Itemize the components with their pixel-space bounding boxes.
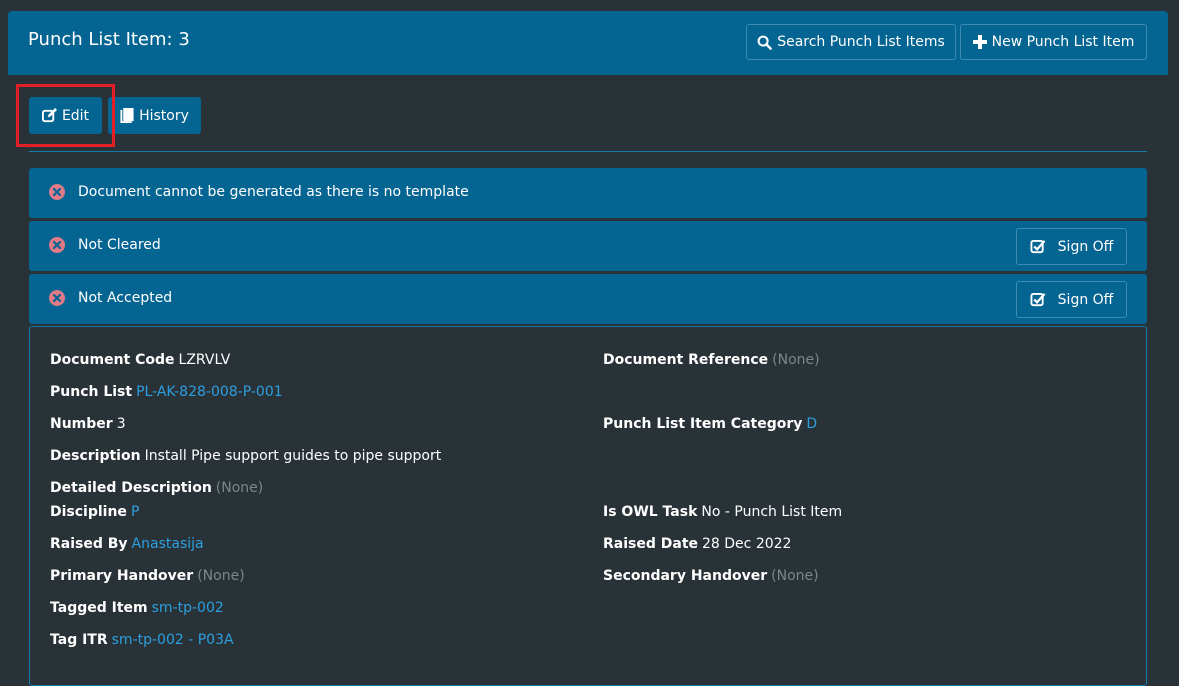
field-document-reference: Document Reference (None): [603, 352, 820, 368]
toolbar-divider: [29, 151, 1147, 152]
status-not-cleared: Not Cleared Sign Off: [29, 221, 1147, 271]
field-number: Number 3: [50, 416, 126, 432]
history-button-label: History: [139, 107, 189, 124]
field-category: Punch List Item Category D: [603, 416, 818, 432]
new-button-label: New Punch List Item: [991, 34, 1135, 50]
field-tag-itr: Tag ITR sm-tp-002 - P03A: [50, 632, 234, 648]
field-discipline: Discipline P: [50, 504, 140, 520]
field-description: Description Install Pipe support guides t…: [50, 448, 442, 464]
field-raised-date: Raised Date 28 Dec 2022: [603, 536, 792, 552]
status-text: Document cannot be generated as there is…: [78, 184, 469, 200]
status-text: Not Cleared: [78, 237, 161, 253]
status-no-template: Document cannot be generated as there is…: [29, 168, 1147, 218]
field-tagged-item: Tagged Item sm-tp-002: [50, 600, 224, 616]
edit-button[interactable]: Edit: [29, 97, 102, 134]
sign-off-label: Sign Off: [1057, 238, 1114, 255]
error-circle-icon: [49, 237, 65, 253]
sign-off-accepted-button[interactable]: Sign Off: [1016, 281, 1127, 318]
field-detailed-description: Detailed Description (None): [50, 480, 264, 496]
field-raised-by: Raised By Anastasija: [50, 536, 204, 552]
punch-list-link[interactable]: PL-AK-828-008-P-001: [136, 384, 283, 400]
raised-by-link[interactable]: Anastasija: [132, 536, 204, 552]
tagged-item-link[interactable]: sm-tp-002: [152, 600, 224, 616]
check-square-icon: [1030, 239, 1046, 254]
plus-icon: [972, 35, 987, 49]
field-primary-handover: Primary Handover (None): [50, 568, 245, 584]
new-punch-list-item-button[interactable]: New Punch List Item: [960, 24, 1147, 60]
search-icon: [757, 35, 772, 50]
page-title: Punch List Item: 3: [28, 29, 190, 50]
history-button[interactable]: History: [108, 97, 201, 134]
status-not-accepted: Not Accepted Sign Off: [29, 274, 1147, 324]
field-punch-list: Punch List PL-AK-828-008-P-001: [50, 384, 283, 400]
sign-off-cleared-button[interactable]: Sign Off: [1016, 228, 1127, 265]
details-panel: Document Code LZRVLV Document Reference (N…: [29, 326, 1147, 686]
field-document-code: Document Code LZRVLV: [50, 352, 231, 368]
sign-off-label: Sign Off: [1057, 291, 1114, 308]
tag-itr-link[interactable]: sm-tp-002 - P03A: [112, 632, 234, 648]
field-secondary-handover: Secondary Handover (None): [603, 568, 819, 584]
field-is-owl-task: Is OWL Task No - Punch List Item: [603, 504, 843, 520]
status-text: Not Accepted: [78, 290, 173, 306]
category-link[interactable]: D: [806, 416, 817, 432]
check-square-icon: [1030, 292, 1046, 307]
error-circle-icon: [49, 290, 65, 306]
book-icon: [120, 108, 134, 123]
page-header: Punch List Item: 3 Search Punch List Ite…: [8, 11, 1168, 75]
edit-icon: [41, 108, 57, 123]
page-panel: Punch List Item: 3 Search Punch List Ite…: [8, 11, 1168, 686]
edit-button-label: Edit: [61, 107, 90, 124]
search-punch-list-items-button[interactable]: Search Punch List Items: [746, 24, 956, 60]
discipline-link[interactable]: P: [131, 504, 139, 520]
error-circle-icon: [49, 184, 65, 200]
search-button-label: Search Punch List Items: [777, 34, 945, 50]
